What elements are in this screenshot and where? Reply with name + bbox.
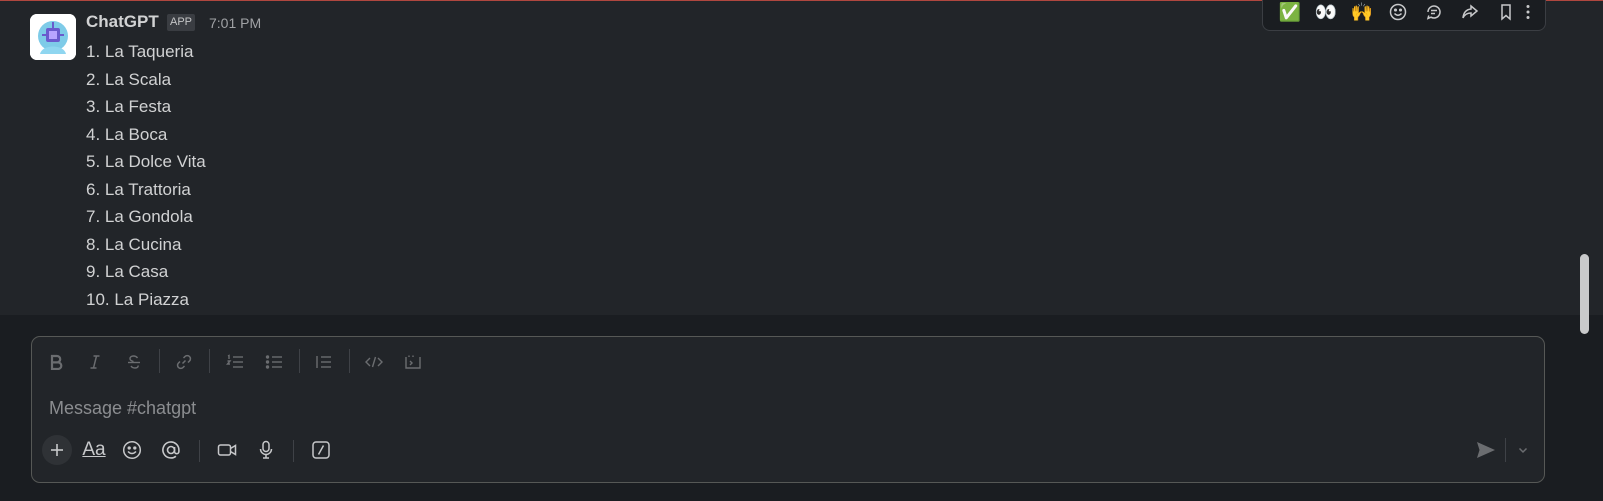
smiley-icon [122, 440, 142, 460]
avatar[interactable] [30, 14, 76, 60]
react-eyes-button[interactable]: 👀 [1311, 0, 1341, 27]
reply-in-thread-button[interactable] [1419, 0, 1449, 27]
sender-name[interactable]: ChatGPT [86, 12, 159, 32]
toolbar-divider [349, 349, 350, 373]
message-actions-toolbar: ✅ 👀 🙌 [1262, 0, 1546, 31]
raised-hands-emoji-icon: 🙌 [1350, 1, 1374, 22]
plus-icon [51, 444, 63, 456]
schedule-send-dropdown[interactable] [1508, 435, 1538, 465]
ordered-list-icon [226, 354, 243, 368]
code-icon [365, 356, 383, 368]
slash-command-icon [312, 441, 330, 459]
emoji-button[interactable] [117, 435, 147, 465]
list-item: 2. La Scala [86, 69, 172, 89]
list-item: 9. La Casa [86, 262, 169, 281]
toolbar-divider [293, 440, 294, 462]
chevron-down-icon [1518, 447, 1528, 454]
toolbar-divider [159, 349, 160, 373]
message-input[interactable] [47, 397, 1451, 420]
video-camera-icon [217, 444, 237, 456]
blockquote-icon [316, 356, 331, 368]
message-timestamp[interactable]: 7:01 PM [209, 15, 261, 31]
list-item: 4. La Boca [86, 124, 168, 144]
link-button[interactable] [171, 350, 197, 374]
add-reaction-button[interactable] [1383, 0, 1413, 27]
blockquote-button[interactable] [311, 350, 337, 374]
bold-icon [50, 354, 63, 370]
link-icon [176, 354, 192, 370]
react-raised-hands-button[interactable]: 🙌 [1347, 0, 1377, 27]
message-area: ChatGPT APP 7:01 PM 1. La Taqueria 2. La… [0, 0, 1603, 315]
strikethrough-icon [128, 355, 140, 369]
microphone-icon [259, 440, 273, 459]
text-format-label: Aa [82, 439, 106, 460]
list-item: 8. La Cucina [86, 234, 182, 254]
more-vertical-icon [1526, 5, 1530, 19]
italic-button[interactable] [82, 350, 108, 374]
list-item: 6. La Trattoria [86, 179, 191, 199]
list-item: 3. La Festa [86, 97, 172, 116]
share-arrow-icon [1462, 4, 1479, 19]
toolbar-divider [299, 349, 300, 373]
code-button[interactable] [361, 350, 387, 374]
list-item: 10. La Piazza [86, 289, 190, 309]
check-emoji-icon: ✅ [1278, 1, 1302, 22]
smiley-icon [1389, 3, 1407, 21]
code-block-icon [405, 355, 421, 369]
list-item: 1. La Taqueria [86, 42, 194, 61]
scrollbar-thumb[interactable] [1580, 254, 1589, 334]
italic-icon [90, 355, 100, 369]
record-audio-button[interactable] [251, 435, 281, 465]
shortcuts-button[interactable] [306, 435, 336, 465]
react-check-button[interactable]: ✅ [1275, 0, 1305, 27]
eyes-emoji-icon: 👀 [1314, 1, 1338, 22]
toolbar-divider [199, 440, 200, 462]
more-actions-button[interactable] [1513, 0, 1543, 27]
thread-icon [1426, 5, 1441, 20]
ordered-list-button[interactable] [222, 350, 248, 374]
send-icon [1477, 442, 1495, 458]
bulleted-list-button[interactable] [261, 350, 287, 374]
strikethrough-button[interactable] [121, 350, 147, 374]
formatting-toolbar [32, 337, 1544, 387]
app-badge: APP [167, 14, 196, 31]
attach-button[interactable] [42, 435, 72, 465]
send-button[interactable] [1471, 435, 1501, 465]
record-video-button[interactable] [212, 435, 242, 465]
toolbar-divider [209, 349, 210, 373]
message-composer: Aa [31, 336, 1545, 483]
toolbar-divider [1505, 438, 1506, 462]
list-item: 7. La Gondola [86, 207, 193, 226]
share-message-button[interactable] [1455, 0, 1485, 27]
mention-button[interactable] [156, 435, 186, 465]
bold-button[interactable] [43, 350, 69, 374]
code-block-button[interactable] [400, 350, 426, 374]
bulleted-list-icon [265, 355, 282, 369]
message-list: 1. La Taqueria 2. La Scala 3. La Festa 4… [86, 38, 206, 313]
at-sign-icon [162, 441, 180, 459]
formatting-toggle-button[interactable]: Aa [79, 435, 109, 465]
list-item: 5. La Dolce Vita [86, 152, 206, 171]
